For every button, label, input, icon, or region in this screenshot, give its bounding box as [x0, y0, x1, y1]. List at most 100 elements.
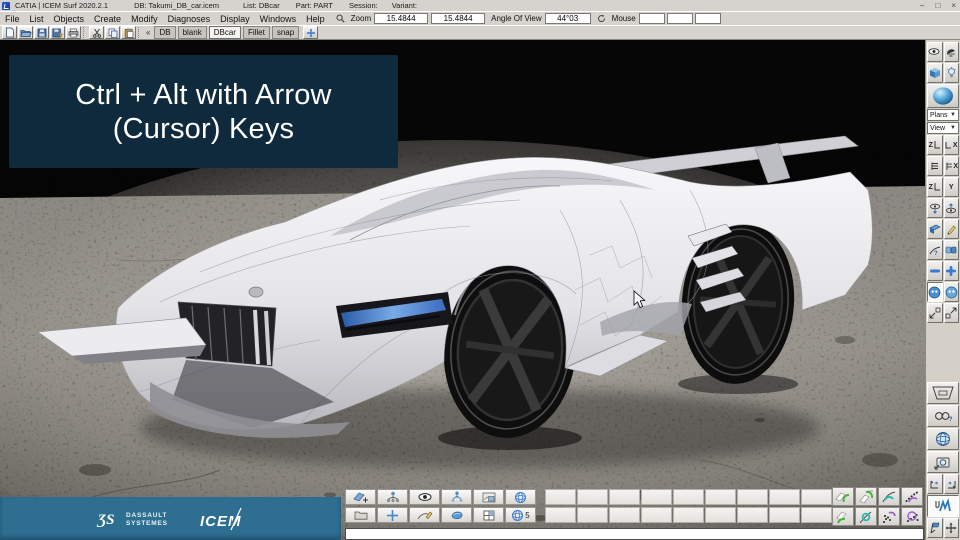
camera-capture-button[interactable]: [927, 451, 959, 473]
view-list-button[interactable]: [927, 156, 943, 176]
tab-dbcar[interactable]: DBcar: [208, 26, 241, 39]
tab-db[interactable]: DB: [154, 26, 176, 39]
save-button[interactable]: [34, 26, 49, 39]
toolbar-separator: [83, 27, 87, 38]
view-dropdown[interactable]: View ▼: [927, 122, 959, 134]
solid-cube-button[interactable]: [927, 63, 943, 83]
tab-blank[interactable]: blank: [177, 26, 207, 39]
wireframe-sphere-5-button[interactable]: 5: [505, 507, 536, 523]
menu-windows[interactable]: Windows: [255, 12, 302, 25]
show-selected-button[interactable]: [943, 198, 959, 218]
save-as-button[interactable]: [50, 26, 65, 39]
angle-of-view-field[interactable]: [544, 13, 591, 24]
surface-blob-button[interactable]: [441, 507, 472, 523]
pan-move-button[interactable]: [943, 518, 959, 538]
window-layout-button[interactable]: [473, 507, 504, 523]
folder-preview-button[interactable]: [473, 489, 504, 505]
maximize-button[interactable]: □: [935, 1, 940, 10]
scale-view-alt-button[interactable]: [943, 303, 959, 323]
menu-display[interactable]: Display: [215, 12, 255, 25]
perspective-frame-button[interactable]: [927, 382, 959, 404]
menu-objects[interactable]: Objects: [49, 12, 90, 25]
flag-pointer-button[interactable]: [927, 518, 943, 538]
catia-app-icon: [2, 1, 10, 10]
view-zx-button[interactable]: Z: [927, 135, 943, 155]
zoom-x-field[interactable]: [374, 13, 429, 24]
add-tab-button[interactable]: [303, 26, 319, 39]
query-curve-button[interactable]: ?: [927, 240, 943, 260]
match-surface-green-button[interactable]: [832, 487, 854, 506]
orbit-view-alt-button[interactable]: [943, 282, 959, 302]
surface-transform-button[interactable]: [345, 489, 376, 505]
position-button[interactable]: [377, 507, 408, 523]
match-points-purple-2-button[interactable]: [878, 507, 900, 526]
hierarchy-button[interactable]: [377, 489, 408, 505]
view-zy-button[interactable]: Z: [927, 177, 943, 197]
menu-diagnoses[interactable]: Diagnoses: [163, 12, 216, 25]
zoom-y-field[interactable]: [431, 13, 486, 24]
structure-tree-button[interactable]: [441, 489, 472, 505]
pair-surfaces-button[interactable]: [943, 240, 959, 260]
cut-button[interactable]: [89, 26, 104, 39]
material-sphere-button[interactable]: [927, 84, 959, 108]
match-curve-teal-button[interactable]: [878, 487, 900, 506]
globe-icon: [936, 432, 950, 446]
icem-um-button[interactable]: [927, 495, 959, 517]
empty-slot: [577, 507, 608, 523]
refresh-icon[interactable]: [597, 14, 606, 23]
view-yx-button[interactable]: X: [943, 156, 959, 176]
plans-dropdown[interactable]: Plans ▼: [927, 109, 959, 121]
svg-text:?: ?: [934, 251, 938, 256]
copy-button[interactable]: [105, 26, 120, 39]
match-surface-green-icon: [836, 511, 847, 523]
view-x-button[interactable]: X: [943, 135, 959, 155]
sketch-button[interactable]: [409, 507, 440, 523]
view-y-button[interactable]: Y: [943, 177, 959, 197]
viewport-3d[interactable]: Ctrl + Alt with Arrow (Cursor) Keys ƷS D…: [0, 40, 925, 540]
print-button[interactable]: [66, 26, 81, 39]
light-source-button[interactable]: [943, 63, 959, 83]
menu-modify[interactable]: Modify: [126, 12, 163, 25]
new-file-button[interactable]: [2, 26, 17, 39]
command-input[interactable]: [345, 528, 924, 540]
shading-mode-button[interactable]: [943, 42, 959, 62]
edit-pencil-button[interactable]: [943, 219, 959, 239]
zoom-in-button[interactable]: [943, 261, 959, 281]
collapse-tabs-button[interactable]: «: [144, 28, 152, 37]
mouse-field-3[interactable]: [694, 13, 721, 24]
wireframe-sphere-icon: [512, 509, 524, 521]
open-db-button[interactable]: [345, 507, 376, 523]
align-axis-a-button[interactable]: [927, 474, 943, 494]
empty-slot: [673, 507, 704, 523]
minimize-button[interactable]: –: [920, 1, 924, 10]
wireframe-sphere-button[interactable]: [505, 489, 536, 505]
visibility-button[interactable]: [409, 489, 440, 505]
empty-slot: [641, 489, 672, 505]
render-globe-button[interactable]: [927, 428, 959, 450]
tab-fillet[interactable]: Fillet: [242, 26, 270, 39]
mouse-field-1[interactable]: [638, 13, 665, 24]
match-surface-green-3-button[interactable]: [832, 507, 854, 526]
menu-help[interactable]: Help: [301, 12, 330, 25]
scale-view-button[interactable]: [927, 303, 943, 323]
menu-list[interactable]: List: [25, 12, 49, 25]
zoom-out-button[interactable]: [927, 261, 943, 281]
match-points-purple-3-button[interactable]: [901, 507, 923, 526]
display-eye-button[interactable]: [927, 42, 943, 62]
hide-selected-button[interactable]: [927, 198, 943, 218]
close-button[interactable]: ×: [951, 1, 956, 10]
menu-file[interactable]: File: [0, 12, 25, 25]
axis-corner-icon: [934, 141, 940, 149]
open-file-button[interactable]: [18, 26, 33, 39]
tab-snap[interactable]: snap: [271, 26, 300, 39]
menu-create[interactable]: Create: [89, 12, 126, 25]
mouse-field-2[interactable]: [666, 13, 693, 24]
clip-plane-button[interactable]: [927, 219, 943, 239]
search-binoculars-button[interactable]: ?: [927, 405, 959, 427]
match-surface-green-2-button[interactable]: [855, 487, 877, 506]
match-points-purple-button[interactable]: [901, 487, 923, 506]
match-curve-teal-2-button[interactable]: [855, 507, 877, 526]
orbit-view-button[interactable]: [927, 282, 943, 302]
align-axis-b-button[interactable]: [943, 474, 959, 494]
paste-button[interactable]: [121, 26, 136, 39]
